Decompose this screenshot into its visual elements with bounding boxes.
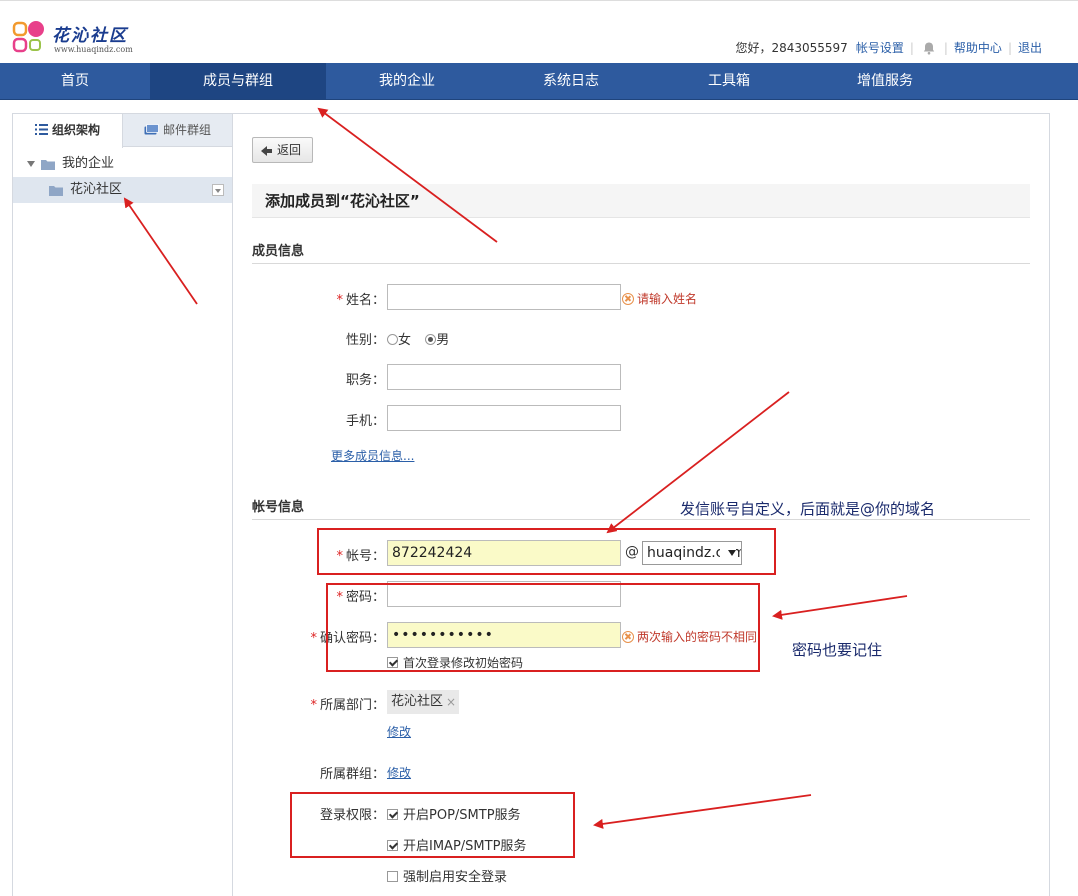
divider: |	[1007, 40, 1012, 55]
logo[interactable]: 花沁社区 www.huaqindz.com	[12, 19, 142, 57]
caret-down-icon[interactable]	[27, 161, 35, 167]
flower-logo-icon	[12, 21, 44, 53]
help-center-link[interactable]: 帮助中心	[954, 39, 1002, 56]
greeting: 您好，2843055597	[735, 41, 848, 55]
annotation-box-permissions	[290, 792, 575, 858]
logout-link[interactable]: 退出	[1018, 39, 1042, 56]
nav-value-added[interactable]: 增值服务	[804, 63, 966, 99]
mail-group-icon	[144, 124, 159, 135]
phone-label: 手机：	[345, 414, 385, 429]
annotation-box-password	[326, 583, 760, 672]
secure-login-option[interactable]: 强制启用安全登录	[387, 866, 507, 885]
tab-label: 邮件群组	[162, 123, 211, 137]
sidebar: 组织架构 邮件群组 我的企业 花沁社区	[12, 113, 233, 896]
gender-label: 性别：	[345, 333, 385, 348]
name-input[interactable]	[387, 284, 621, 310]
nav-system-log[interactable]: 系统日志	[488, 63, 654, 99]
nav-home[interactable]: 首页	[0, 63, 150, 99]
top-header: 花沁社区 www.huaqindz.com 您好，2843055597 帐号设置…	[0, 0, 1078, 63]
gender-options: 女 男	[387, 329, 449, 348]
department-modify-link[interactable]: 修改	[387, 723, 411, 740]
group-label: 所属群组：	[319, 767, 385, 782]
nav-my-enterprise[interactable]: 我的企业	[326, 63, 488, 99]
main-nav: 首页 成员与群组 我的企业 系统日志 工具箱 增值服务	[0, 63, 1078, 100]
tree-label: 花沁社区	[70, 182, 123, 197]
chevron-down-icon[interactable]	[212, 184, 224, 196]
close-icon[interactable]: ×	[446, 690, 456, 714]
brand-title: 花沁社区	[52, 26, 128, 46]
account-settings-link[interactable]: 帐号设置	[856, 39, 904, 56]
group-modify-link[interactable]: 修改	[387, 764, 411, 781]
top-links: 您好，2843055597 帐号设置 | | 帮助中心 | 退出	[735, 39, 1042, 56]
back-button[interactable]: 返回	[252, 137, 313, 163]
tab-label: 组织架构	[51, 123, 100, 137]
tree-item-my-enterprise[interactable]: 我的企业	[13, 151, 232, 177]
department-label: * 所属部门：	[310, 698, 385, 713]
nav-toolbox[interactable]: 工具箱	[654, 63, 804, 99]
annotation-password-note: 密码也要记住	[792, 641, 883, 659]
section-member-info: 成员信息	[252, 240, 1030, 264]
nav-members-groups[interactable]: 成员与群组	[150, 63, 326, 99]
tree-item-huaqin[interactable]: 花沁社区	[13, 177, 232, 203]
gender-male-radio[interactable]	[425, 334, 437, 345]
name-label: * 姓名：	[336, 293, 385, 308]
phone-input[interactable]	[387, 405, 621, 431]
position-label: 职务：	[345, 373, 385, 388]
back-label: 返回	[277, 143, 302, 157]
position-input[interactable]	[387, 364, 621, 390]
brand-url: www.huaqindz.com	[54, 45, 133, 54]
sidebar-tabs: 组织架构 邮件群组	[13, 114, 232, 148]
bell-icon[interactable]	[922, 41, 936, 55]
tab-org-structure[interactable]: 组织架构	[13, 114, 123, 148]
gender-female-radio[interactable]	[387, 334, 398, 345]
divider: |	[909, 40, 914, 55]
tab-mail-groups[interactable]: 邮件群组	[123, 114, 232, 147]
annotation-account-note: 发信账号自定义，后面就是@你的域名	[680, 500, 936, 518]
annotation-box-account	[317, 528, 776, 575]
name-error: 请输入姓名	[622, 290, 697, 307]
folder-icon	[49, 186, 63, 196]
arrow-left-icon	[261, 146, 272, 156]
error-icon	[622, 292, 634, 305]
secure-login-checkbox[interactable]	[387, 871, 398, 882]
tree-label: 我的企业	[62, 156, 115, 171]
divider: |	[943, 40, 948, 55]
folder-icon	[41, 160, 55, 170]
page-title: 添加成员到“花沁社区”	[252, 184, 1030, 218]
list-icon	[34, 124, 48, 135]
more-member-info-link[interactable]: 更多成员信息...	[331, 447, 414, 464]
department-tag: 花沁社区 ×	[387, 690, 460, 714]
